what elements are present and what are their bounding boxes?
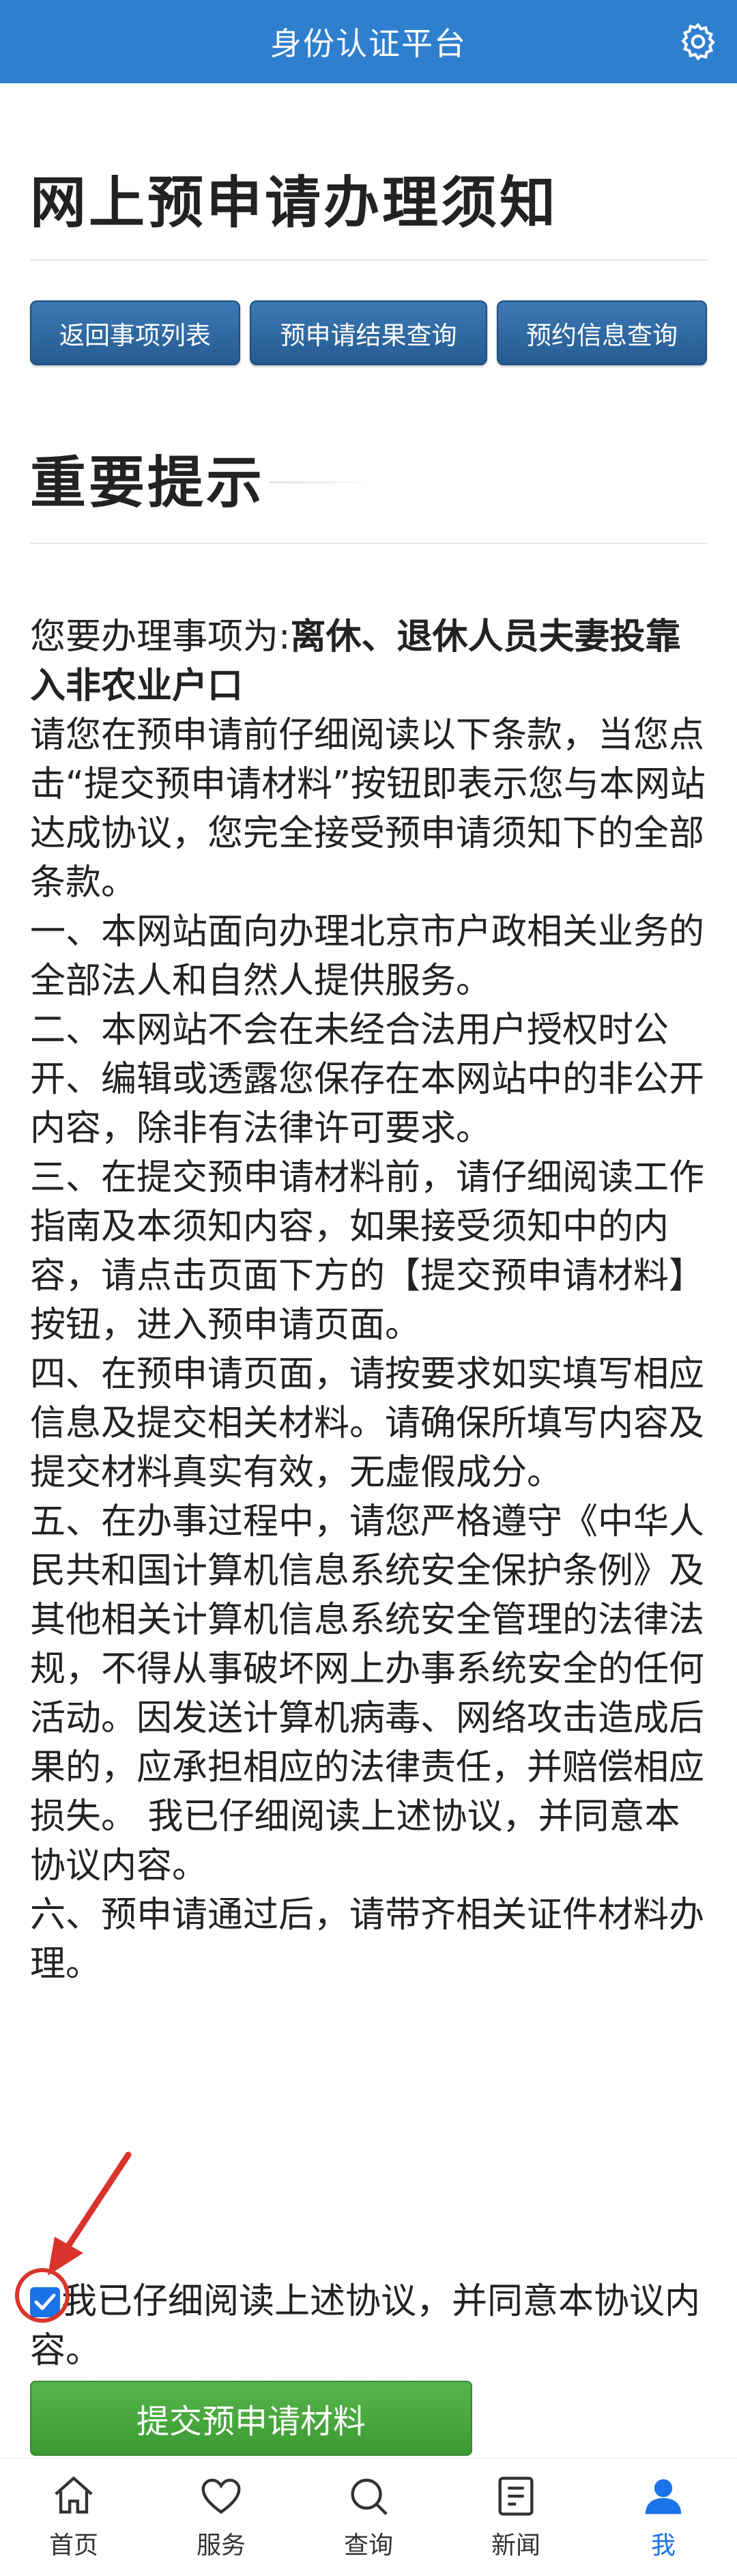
notice-clause-3: 三、在提交预申请材料前，请仔细阅读工作指南及本须知内容，如果接受须知中的内容，请… xyxy=(30,1157,705,1346)
annotation-circle xyxy=(15,2268,70,2323)
agreement-row[interactable]: 我已仔细阅读上述协议，并同意本协议内容。 xyxy=(30,2277,710,2375)
section-title-underline xyxy=(270,481,379,483)
app-title: 身份认证平台 xyxy=(270,25,467,62)
notice-content: 您要办理事项为:离休、退休人员夫妻投靠入非农业户口 请您在预申请前仔细阅读以下条… xyxy=(30,612,710,1989)
page-title: 网上预申请办理须知 xyxy=(30,171,559,236)
heart-icon xyxy=(201,2478,241,2515)
tab-service[interactable]: 服务 xyxy=(147,2459,295,2576)
section-title: 重要提示 xyxy=(30,451,265,515)
section-divider xyxy=(30,543,707,544)
gear-icon[interactable] xyxy=(677,20,719,63)
tab-query[interactable]: 查询 xyxy=(295,2459,442,2576)
tab-home[interactable]: 首页 xyxy=(0,2459,147,2576)
tab-service-label: 服务 xyxy=(196,2532,246,2560)
matter-line: 您要办理事项为:离休、退休人员夫妻投靠入非农业户口 xyxy=(30,612,710,711)
notice-clause-5: 五、在办事过程中，请您严格遵守《中华人民共和国计算机信息系统安全保护条例》及其他… xyxy=(30,1501,705,1886)
news-icon xyxy=(498,2476,534,2516)
title-divider xyxy=(30,259,707,261)
tab-news-label: 新闻 xyxy=(491,2532,540,2560)
appointment-query-button[interactable]: 预约信息查询 xyxy=(497,300,707,365)
person-icon xyxy=(645,2479,682,2515)
tab-query-label: 查询 xyxy=(343,2532,393,2560)
action-button-row: 返回事项列表 预申请结果查询 预约信息查询 xyxy=(30,300,707,365)
top-app-bar: 身份认证平台 xyxy=(0,0,737,83)
home-icon xyxy=(55,2476,93,2514)
search-icon xyxy=(351,2478,388,2515)
notice-clause-1: 一、本网站面向办理北京市户政相关业务的全部法人和自然人提供服务。 xyxy=(30,911,705,1002)
tab-me[interactable]: 我 xyxy=(590,2459,737,2576)
notice-clause-4: 四、在预申请页面，请按要求如实填写相应信息及提交相关材料。请确保所填写内容及提交… xyxy=(30,1354,705,1493)
agreement-label: 我已仔细阅读上述协议，并同意本协议内容。 xyxy=(30,2281,701,2371)
matter-prefix: 您要办理事项为: xyxy=(30,617,291,657)
tab-home-label: 首页 xyxy=(48,2532,98,2560)
bottom-tab-bar: 首页 服务 查询 新闻 我 xyxy=(0,2458,737,2576)
submit-preapplication-button[interactable]: 提交预申请材料 xyxy=(30,2381,472,2456)
notice-clause-2: 二、本网站不会在未经合法用户授权时公开、编辑或透露您保存在本网站中的非公开内容，… xyxy=(30,1010,705,1149)
annotation-arrow-icon xyxy=(48,2151,132,2276)
tab-news[interactable]: 新闻 xyxy=(442,2459,590,2576)
tab-me-label: 我 xyxy=(650,2532,676,2560)
notice-intro: 请您在预申请前仔细阅读以下条款，当您点击“提交预申请材料”按钮即表示您与本网站达… xyxy=(30,715,706,903)
back-to-list-button[interactable]: 返回事项列表 xyxy=(30,300,240,365)
result-query-button[interactable]: 预申请结果查询 xyxy=(250,300,487,365)
notice-clause-6: 六、预申请通过后，请带齐相关证件材料办理。 xyxy=(30,1895,705,1985)
